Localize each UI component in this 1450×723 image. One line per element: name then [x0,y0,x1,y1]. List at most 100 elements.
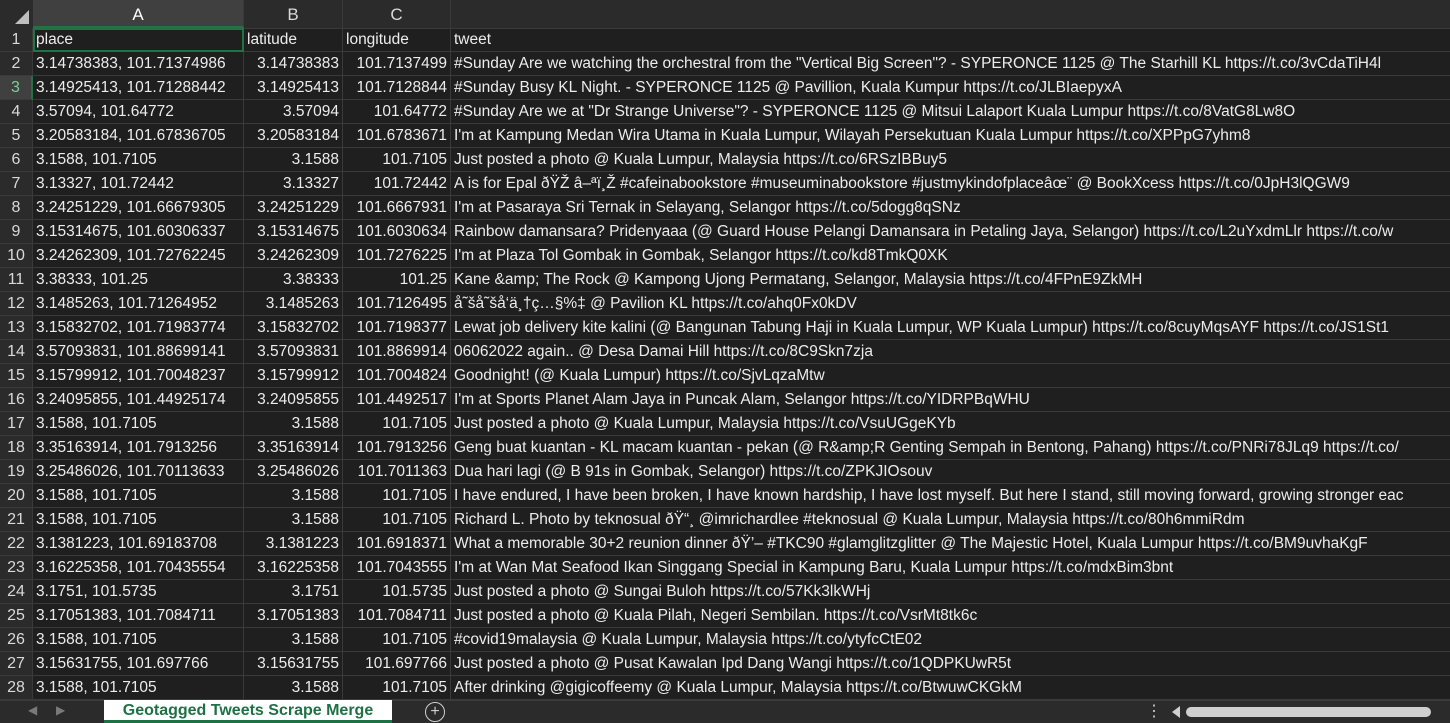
cell-longitude[interactable]: 101.7137499 [343,52,451,76]
cell-place[interactable]: 3.57093831, 101.88699141 [33,340,244,364]
cell-latitude[interactable]: 3.1588 [244,484,343,508]
cell-place[interactable]: 3.38333, 101.25 [33,268,244,292]
row-header[interactable]: 24 [0,580,33,604]
cell-latitude[interactable]: 3.24095855 [244,388,343,412]
row-header[interactable]: 12 [0,292,33,316]
column-header-d[interactable] [451,0,1450,28]
row-header[interactable]: 5 [0,124,33,148]
cell-tweet[interactable]: #Sunday Are we at "Dr Strange Universe"?… [451,100,1450,124]
column-header-c[interactable]: C [343,0,451,28]
row-header[interactable]: 13 [0,316,33,340]
cell-tweet[interactable]: Rainbow damansara? Pridenyaaa (@ Guard H… [451,220,1450,244]
cell-longitude[interactable]: 101.6667931 [343,196,451,220]
cell-tweet[interactable]: Richard L. Photo by teknosual ðŸ“¸ @imri… [451,508,1450,532]
cell-tweet[interactable]: #Sunday Are we watching the orchestral f… [451,52,1450,76]
cell-longitude[interactable]: 101.7105 [343,628,451,652]
cell-tweet[interactable]: Just posted a photo @ Kuala Lumpur, Mala… [451,148,1450,172]
cell-latitude[interactable]: 3.57093831 [244,340,343,364]
cell-latitude[interactable]: 3.25486026 [244,460,343,484]
cell-tweet[interactable]: 06062022 again.. @ Desa Damai Hill https… [451,340,1450,364]
cell-longitude[interactable]: 101.5735 [343,580,451,604]
cell-place[interactable]: 3.20583184, 101.67836705 [33,124,244,148]
cell-latitude[interactable]: 3.17051383 [244,604,343,628]
row-header[interactable]: 11 [0,268,33,292]
cell-longitude[interactable]: 101.25 [343,268,451,292]
cell-tweet[interactable]: I'm at Kampung Medan Wira Utama in Kuala… [451,124,1450,148]
cell-tweet[interactable]: Just posted a photo @ Pusat Kawalan Ipd … [451,652,1450,676]
cell-place[interactable]: 3.15799912, 101.70048237 [33,364,244,388]
row-header[interactable]: 18 [0,436,33,460]
cell-tweet[interactable]: #covid19malaysia @ Kuala Lumpur, Malaysi… [451,628,1450,652]
row-header[interactable]: 20 [0,484,33,508]
cell-longitude[interactable]: 101.6783671 [343,124,451,148]
cell-place[interactable]: 3.1588, 101.7105 [33,628,244,652]
cell-latitude[interactable]: 3.14925413 [244,76,343,100]
cell-latitude[interactable]: 3.1588 [244,676,343,700]
cell-place[interactable]: 3.1588, 101.7105 [33,676,244,700]
cell-place[interactable]: 3.35163914, 101.7913256 [33,436,244,460]
cell-latitude[interactable]: 3.1588 [244,628,343,652]
row-header[interactable]: 17 [0,412,33,436]
cell-longitude[interactable]: 101.7128844 [343,76,451,100]
row-header[interactable]: 6 [0,148,33,172]
cell-tweet[interactable]: Goodnight! (@ Kuala Lumpur) https://t.co… [451,364,1450,388]
cell-latitude[interactable]: 3.20583184 [244,124,343,148]
cell-tweet[interactable]: Kane &amp; The Rock @ Kampong Ujong Perm… [451,268,1450,292]
cell-longitude[interactable]: 101.4492517 [343,388,451,412]
row-header[interactable]: 23 [0,556,33,580]
select-all-button[interactable] [0,0,34,28]
row-header[interactable]: 19 [0,460,33,484]
cell-a1-place-header[interactable]: place [33,28,244,52]
cell-longitude[interactable]: 101.64772 [343,100,451,124]
cell-longitude[interactable]: 101.7126495 [343,292,451,316]
row-header[interactable]: 26 [0,628,33,652]
cell-latitude[interactable]: 3.15631755 [244,652,343,676]
cell-place[interactable]: 3.24262309, 101.72762245 [33,244,244,268]
cell-latitude[interactable]: 3.15314675 [244,220,343,244]
row-header[interactable]: 2 [0,52,33,76]
cell-place[interactable]: 3.25486026, 101.70113633 [33,460,244,484]
cell-longitude[interactable]: 101.7004824 [343,364,451,388]
horizontal-scrollbar-thumb[interactable] [1186,707,1431,717]
cell-longitude[interactable]: 101.7105 [343,412,451,436]
row-header[interactable]: 25 [0,604,33,628]
cell-longitude[interactable]: 101.7011363 [343,460,451,484]
cell-longitude[interactable]: 101.7105 [343,508,451,532]
cell-tweet[interactable]: I'm at Wan Mat Seafood Ikan Singgang Spe… [451,556,1450,580]
cell-latitude[interactable]: 3.14738383 [244,52,343,76]
cell-tweet[interactable]: å˜šå˜šå‘ä¸†ç…§%‡ @ Pavilion KL https://t… [451,292,1450,316]
cell-latitude[interactable]: 3.15832702 [244,316,343,340]
cell-latitude[interactable]: 3.1588 [244,412,343,436]
cell-latitude[interactable]: 3.1588 [244,148,343,172]
cell-latitude[interactable]: 3.1751 [244,580,343,604]
cell-b1-latitude-header[interactable]: latitude [244,28,343,52]
row-header-1[interactable]: 1 [0,28,33,52]
cell-place[interactable]: 3.15314675, 101.60306337 [33,220,244,244]
cell-place[interactable]: 3.14738383, 101.71374986 [33,52,244,76]
cell-longitude[interactable]: 101.697766 [343,652,451,676]
cell-place[interactable]: 3.1751, 101.5735 [33,580,244,604]
cell-latitude[interactable]: 3.35163914 [244,436,343,460]
row-header[interactable]: 15 [0,364,33,388]
row-header[interactable]: 3 [0,76,33,100]
cell-tweet[interactable]: Just posted a photo @ Sungai Buloh https… [451,580,1450,604]
cell-longitude[interactable]: 101.7105 [343,676,451,700]
cell-latitude[interactable]: 3.1381223 [244,532,343,556]
cell-tweet[interactable]: #Sunday Busy KL Night. - SYPERONCE 1125 … [451,76,1450,100]
cell-c1-longitude-header[interactable]: longitude [343,28,451,52]
cell-longitude[interactable]: 101.6918371 [343,532,451,556]
cell-d1-tweet-header[interactable]: tweet [451,28,1450,52]
cell-longitude[interactable]: 101.7276225 [343,244,451,268]
row-header[interactable]: 28 [0,676,33,700]
row-header[interactable]: 9 [0,220,33,244]
row-header[interactable]: 16 [0,388,33,412]
cell-tweet[interactable]: Geng buat kuantan - KL macam kuantan - p… [451,436,1450,460]
cell-longitude[interactable]: 101.6030634 [343,220,451,244]
row-header[interactable]: 21 [0,508,33,532]
cell-longitude[interactable]: 101.7105 [343,484,451,508]
cell-latitude[interactable]: 3.13327 [244,172,343,196]
row-header[interactable]: 4 [0,100,33,124]
cell-latitude[interactable]: 3.1588 [244,508,343,532]
cell-place[interactable]: 3.1588, 101.7105 [33,508,244,532]
cell-place[interactable]: 3.1588, 101.7105 [33,148,244,172]
